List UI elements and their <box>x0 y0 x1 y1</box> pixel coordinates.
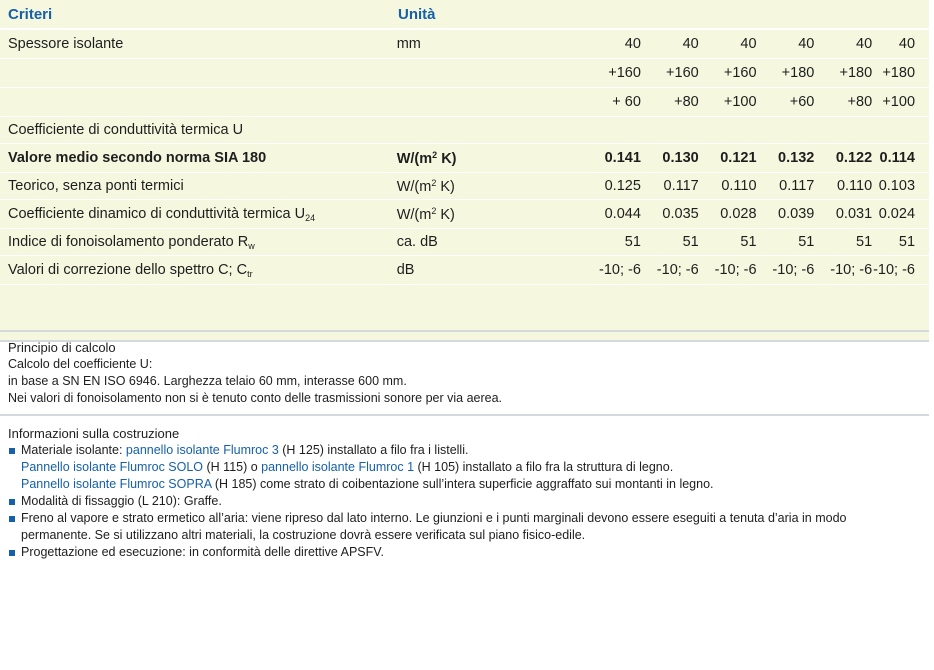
thickness-row: Spessore isolante mm 40 40 40 40 40 40 <box>0 30 929 59</box>
sia-unit: W/(m2 K) <box>396 149 457 167</box>
value-cell: 0.035 <box>662 206 699 222</box>
thickness-row-3: + 60 +80 +100 +60 +80 +100 <box>0 88 929 117</box>
value-cell: 0.141 <box>604 150 641 166</box>
fono-row: Indice di fonoisolamento ponderato Rw ca… <box>0 229 929 256</box>
separator-top <box>0 330 929 332</box>
value-cell: +180 <box>781 65 815 81</box>
product-link[interactable]: Pannello isolante Flumroc SOLO <box>21 460 203 474</box>
value-cell: 0.117 <box>779 178 815 194</box>
teorico-label: Teorico, senza ponti termici <box>8 178 184 194</box>
value-cell: -10; -6 <box>598 262 641 278</box>
value-cell: 0.110 <box>836 178 873 194</box>
fono-label: Indice di fonoisolamento ponderato Rw <box>8 233 255 251</box>
value-cell: -10; -6 <box>830 262 873 278</box>
bullet-icon <box>9 550 15 556</box>
value-cell: 40 <box>898 36 916 52</box>
u-title: Coefficiente di conduttività termica U <box>8 122 244 138</box>
table-footer-space <box>0 285 929 342</box>
calc-line-3: Nei valori di fonoisolamento non si è te… <box>8 391 503 405</box>
value-cell: 0.039 <box>778 206 815 222</box>
list-item: Freno al vapore e strato ermetico all’ar… <box>8 510 926 527</box>
list-item-cont: Pannello isolante Flumroc SOLO (H 115) o… <box>21 460 674 474</box>
value-cell: 0.028 <box>720 206 757 222</box>
value-cell: 0.031 <box>835 206 873 222</box>
value-cell: +80 <box>847 94 873 110</box>
value-cell: +160 <box>608 65 641 81</box>
value-cell: -10; -6 <box>714 262 757 278</box>
value-cell: -10; -6 <box>772 262 815 278</box>
teorico-row: Teorico, senza ponti termici W/(m2 K) 0.… <box>0 173 929 200</box>
sia-label: Valore medio secondo norma SIA 180 <box>8 150 267 166</box>
value-cell: +100 <box>882 94 916 110</box>
dinamico-label: Coefficiente dinamico di conduttività te… <box>8 205 316 223</box>
calc-section: Principio di calcolo Calcolo del coeffic… <box>8 339 926 407</box>
list-item: Modalità di fissaggio (L 210): Graffe. <box>8 493 926 510</box>
value-cell: +160 <box>723 65 757 81</box>
build-section: Informazioni sulla costruzione Materiale… <box>8 425 926 561</box>
list-item: Progettazione ed esecuzione: in conformi… <box>8 544 926 561</box>
value-cell: 51 <box>740 234 757 250</box>
value-cell: +100 <box>723 94 757 110</box>
value-cell: 0.110 <box>721 178 757 194</box>
value-cell: 40 <box>856 36 873 52</box>
product-link[interactable]: pannello isolante Flumroc 1 <box>261 460 414 474</box>
value-cell: +180 <box>882 65 916 81</box>
criteria-table: Criteri Unità Spessore isolante mm 40 40… <box>0 0 929 342</box>
thickness-row-2: +160 +160 +160 +180 +180 +180 <box>0 59 929 88</box>
separator-middle <box>0 414 929 416</box>
bullet-icon <box>9 499 15 505</box>
value-cell: 40 <box>798 36 815 52</box>
value-cell: 0.130 <box>662 150 699 166</box>
value-cell: + 60 <box>612 94 641 110</box>
value-cell: 0.024 <box>878 206 916 222</box>
value-cell: 0.114 <box>879 150 916 166</box>
calc-line-2: in base a SN EN ISO 6946. Larghezza tela… <box>8 374 407 388</box>
value-cell: 0.044 <box>604 206 641 222</box>
product-link[interactable]: Pannello isolante Flumroc SOPRA <box>21 477 211 491</box>
list-item: Materiale isolante: pannello isolante Fl… <box>8 442 926 459</box>
value-cell: 0.132 <box>778 150 815 166</box>
header-criteria: Criteri <box>8 5 53 23</box>
value-cell: +80 <box>674 94 699 110</box>
value-cell: 51 <box>856 234 873 250</box>
value-cell: 0.103 <box>878 178 916 194</box>
value-cell: 51 <box>682 234 699 250</box>
dinamico-row: Coefficiente dinamico di conduttività te… <box>0 200 929 229</box>
value-cell: 40 <box>682 36 699 52</box>
value-cell: 40 <box>624 36 641 52</box>
value-cell: +60 <box>789 94 815 110</box>
build-title: Informazioni sulla costruzione <box>8 426 180 441</box>
product-link[interactable]: pannello isolante Flumroc 3 <box>126 443 279 457</box>
value-cell: -10; -6 <box>656 262 699 278</box>
sia-row: Valore medio secondo norma SIA 180 W/(m2… <box>0 144 929 173</box>
bullet-icon <box>9 448 15 454</box>
correz-row: Valori di correzione dello spettro C; Ct… <box>0 256 929 285</box>
bullet-icon <box>9 516 15 522</box>
fono-unit: ca. dB <box>396 234 438 250</box>
value-cell: 0.125 <box>604 178 641 194</box>
value-cell: 40 <box>740 36 757 52</box>
teorico-unit: W/(m2 K) <box>396 177 455 195</box>
correz-label: Valori di correzione dello spettro C; Ct… <box>8 261 253 279</box>
value-cell: 0.121 <box>720 150 757 166</box>
dinamico-unit: W/(m2 K) <box>396 205 455 223</box>
value-cell: 51 <box>898 234 916 250</box>
value-cell: -10; -6 <box>873 262 916 278</box>
list-item-cont: Pannello isolante Flumroc SOPRA (H 185) … <box>21 477 714 491</box>
value-cell: 0.122 <box>835 150 873 166</box>
calc-title: Principio di calcolo <box>8 340 116 355</box>
table-header: Criteri Unità <box>0 0 929 30</box>
correz-unit: dB <box>396 262 415 278</box>
value-cell: 51 <box>624 234 641 250</box>
u-title-row: Coefficiente di conduttività termica U <box>0 117 929 144</box>
list-item-cont: permanente. Se si utilizzano altri mater… <box>21 528 586 542</box>
thickness-label: Spessore isolante <box>8 36 124 52</box>
value-cell: +180 <box>839 65 873 81</box>
header-unit: Unità <box>398 5 436 23</box>
value-cell: 51 <box>798 234 815 250</box>
value-cell: +160 <box>666 65 699 81</box>
calc-line-1: Calcolo del coefficiente U: <box>8 357 153 371</box>
thickness-unit: mm <box>396 36 421 52</box>
value-cell: 0.117 <box>663 178 699 194</box>
